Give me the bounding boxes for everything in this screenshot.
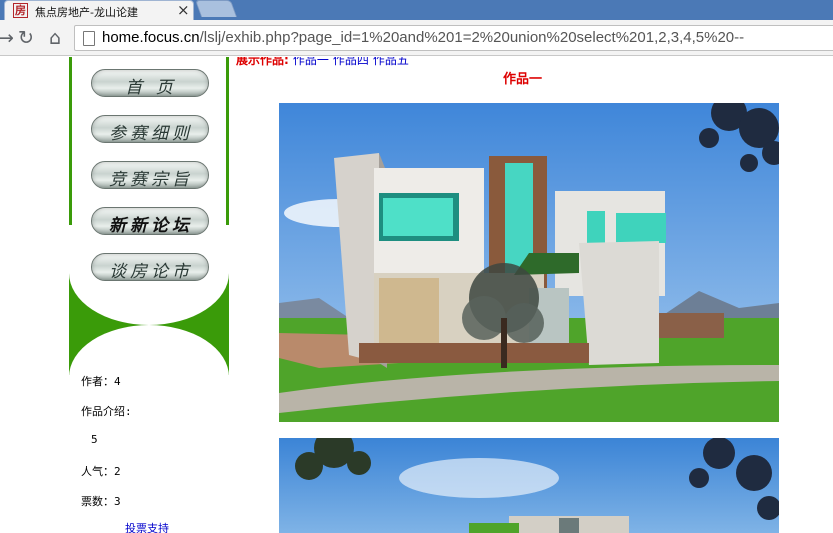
menu-label: 竞赛宗旨 bbox=[109, 170, 193, 190]
url-host: home.focus.cn bbox=[102, 29, 200, 46]
sidebar: 首 页 参赛细则 竞赛宗旨 新新论坛 谈房论市 作者：4 作品介绍: 5 人气：… bbox=[69, 57, 229, 533]
vote-support-link[interactable]: 投票支持 bbox=[125, 520, 169, 533]
tab-strip: 房 焦点房地产-龙山论建 × bbox=[0, 0, 833, 20]
address-bar[interactable]: home.focus.cn/lslj/exhib.php?page_id=1%2… bbox=[74, 25, 833, 51]
page-viewport: 首 页 参赛细则 竞赛宗旨 新新论坛 谈房论市 作者：4 作品介绍: 5 人气：… bbox=[0, 57, 833, 533]
works-nav-link[interactable]: 作品五 bbox=[373, 57, 409, 67]
browser-tab[interactable]: 房 焦点房地产-龙山论建 × bbox=[4, 0, 194, 20]
menu-purpose-button[interactable]: 竞赛宗旨 bbox=[91, 161, 209, 190]
menu-label: 首 页 bbox=[125, 78, 177, 98]
works-nav-link[interactable]: 作品四 bbox=[333, 57, 369, 67]
new-tab-button[interactable] bbox=[194, 0, 238, 17]
works-nav-current: 展示作品: bbox=[236, 57, 289, 67]
tab-title: 焦点房地产-龙山论建 bbox=[35, 6, 138, 19]
house-rendering-image bbox=[279, 103, 779, 422]
browser-toolbar: → ↻ ⌂ home.focus.cn/lslj/exhib.php?page_… bbox=[0, 20, 833, 56]
close-tab-icon[interactable]: × bbox=[177, 1, 190, 19]
menu-home-button[interactable]: 首 页 bbox=[91, 69, 209, 98]
work-title: 作品一 bbox=[503, 72, 543, 87]
popularity-text: 人气：2 bbox=[81, 465, 121, 478]
home-icon[interactable]: ⌂ bbox=[43, 26, 67, 50]
intro-label: 作品介绍: bbox=[81, 405, 132, 418]
author-text: 作者：4 bbox=[81, 375, 121, 388]
works-nav-link[interactable]: 作品一 bbox=[293, 57, 329, 67]
works-nav: 展示作品: 作品一 作品四 作品五 bbox=[236, 57, 409, 68]
menu-label: 参赛细则 bbox=[109, 124, 193, 144]
intro-value: 5 bbox=[91, 433, 98, 446]
menu-rules-button[interactable]: 参赛细则 bbox=[91, 115, 209, 144]
menu-label: 新新论坛 bbox=[109, 216, 193, 236]
votes-text: 票数：3 bbox=[81, 495, 121, 508]
url-path: /lslj/exhib.php?page_id=1%20and%201=2%20… bbox=[199, 29, 745, 46]
menu-forum-button[interactable]: 新新论坛 bbox=[91, 207, 209, 236]
url-text: home.focus.cn/lslj/exhib.php?page_id=1%2… bbox=[102, 29, 744, 46]
menu-market-button[interactable]: 谈房论市 bbox=[91, 253, 209, 282]
reload-icon[interactable]: ↻ bbox=[14, 26, 38, 50]
house-rendering-image-2 bbox=[279, 438, 779, 533]
menu-label: 谈房论市 bbox=[109, 262, 193, 282]
site-favicon-icon: 房 bbox=[13, 3, 28, 18]
page-icon bbox=[83, 31, 95, 46]
